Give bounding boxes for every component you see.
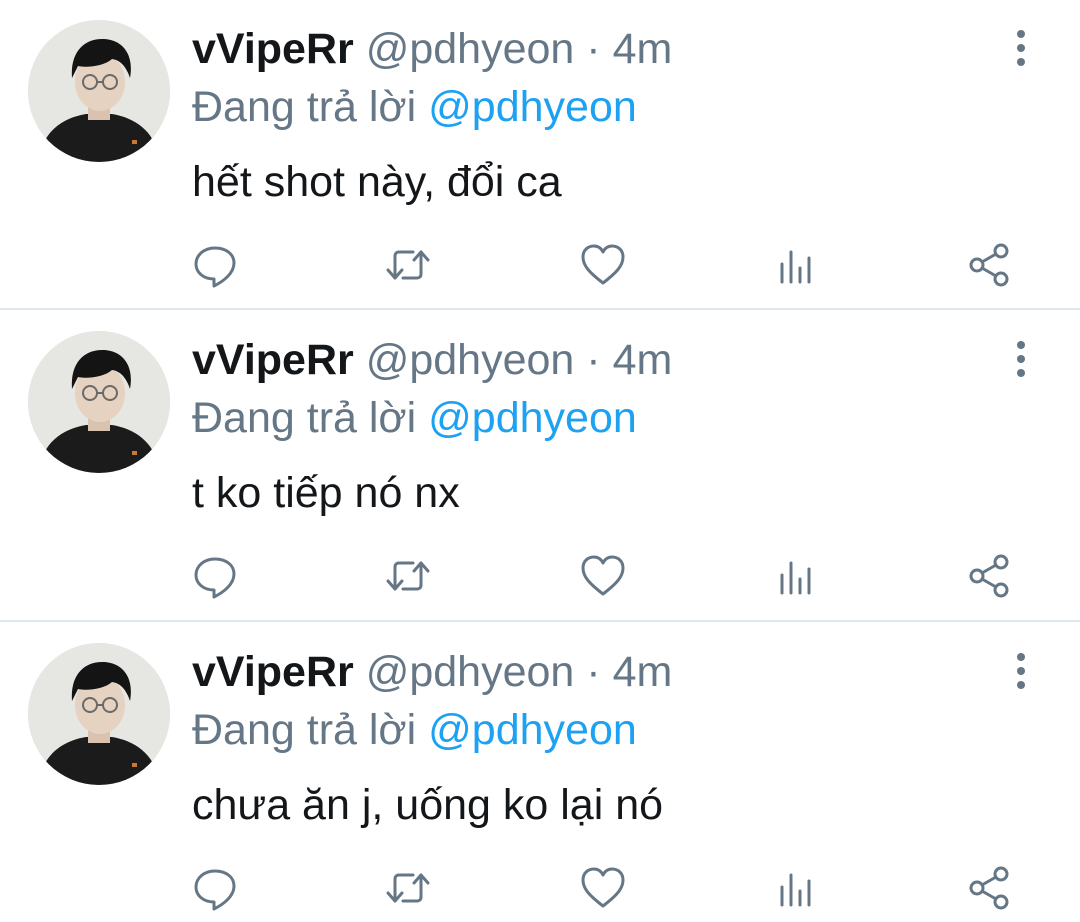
tweet-text: chưa ăn j, uống ko lại nó: [192, 781, 664, 829]
avatar[interactable]: [28, 643, 170, 785]
reply-context: Đang trả lời @pdhyeon: [192, 705, 637, 755]
reply-to-handle[interactable]: @pdhyeon: [428, 394, 637, 442]
tweet-header: vVipeRr @pdhyeon · 4m: [192, 24, 672, 74]
timestamp[interactable]: 4m: [613, 648, 673, 696]
avatar[interactable]: [28, 331, 170, 473]
reply-to-handle[interactable]: @pdhyeon: [428, 83, 637, 131]
tweet[interactable]: vVipeRr @pdhyeon · 4m Đang trả lời @pdhy…: [0, 311, 1080, 622]
action-bar: [0, 551, 1080, 601]
tweet-header: vVipeRr @pdhyeon · 4m: [192, 335, 672, 385]
separator-dot: ·: [586, 336, 601, 384]
tweet[interactable]: vVipeRr @pdhyeon · 4m Đang trả lời @pdhy…: [0, 0, 1080, 310]
analytics-icon[interactable]: [771, 551, 821, 601]
action-bar: [0, 863, 1080, 913]
share-icon[interactable]: [965, 240, 1015, 290]
tweet-text: hết shot này, đổi ca: [192, 158, 562, 206]
tweet-timeline: vVipeRr @pdhyeon · 4m Đang trả lời @pdhy…: [0, 0, 1080, 922]
user-handle[interactable]: @pdhyeon: [366, 336, 575, 384]
timestamp[interactable]: 4m: [613, 336, 673, 384]
action-bar: [0, 240, 1080, 290]
reply-context: Đang trả lời @pdhyeon: [192, 82, 637, 132]
reply-prefix: Đang trả lời: [192, 394, 417, 442]
heart-icon[interactable]: [578, 863, 628, 913]
share-icon[interactable]: [965, 551, 1015, 601]
separator-dot: ·: [586, 648, 601, 696]
heart-icon[interactable]: [578, 240, 628, 290]
display-name[interactable]: vVipeRr: [192, 336, 354, 384]
display-name[interactable]: vVipeRr: [192, 648, 354, 696]
share-icon[interactable]: [965, 863, 1015, 913]
heart-icon[interactable]: [578, 551, 628, 601]
more-vertical-icon[interactable]: [1004, 651, 1038, 691]
reply-icon[interactable]: [190, 863, 240, 913]
retweet-icon[interactable]: [383, 240, 433, 290]
tweet-header: vVipeRr @pdhyeon · 4m: [192, 647, 672, 697]
display-name[interactable]: vVipeRr: [192, 25, 354, 73]
more-vertical-icon[interactable]: [1004, 28, 1038, 68]
timestamp[interactable]: 4m: [613, 25, 673, 73]
reply-icon[interactable]: [190, 551, 240, 601]
tweet-divider: [0, 620, 1080, 622]
retweet-icon[interactable]: [383, 863, 433, 913]
avatar[interactable]: [28, 20, 170, 162]
analytics-icon[interactable]: [771, 240, 821, 290]
reply-prefix: Đang trả lời: [192, 706, 417, 754]
tweet[interactable]: vVipeRr @pdhyeon · 4m Đang trả lời @pdhy…: [0, 623, 1080, 922]
retweet-icon[interactable]: [383, 551, 433, 601]
user-handle[interactable]: @pdhyeon: [366, 25, 575, 73]
tweet-divider: [0, 308, 1080, 310]
user-handle[interactable]: @pdhyeon: [366, 648, 575, 696]
analytics-icon[interactable]: [771, 863, 821, 913]
tweet-text: t ko tiếp nó nx: [192, 469, 460, 517]
reply-to-handle[interactable]: @pdhyeon: [428, 706, 637, 754]
reply-prefix: Đang trả lời: [192, 83, 417, 131]
reply-context: Đang trả lời @pdhyeon: [192, 393, 637, 443]
reply-icon[interactable]: [190, 240, 240, 290]
more-vertical-icon[interactable]: [1004, 339, 1038, 379]
separator-dot: ·: [586, 25, 601, 73]
